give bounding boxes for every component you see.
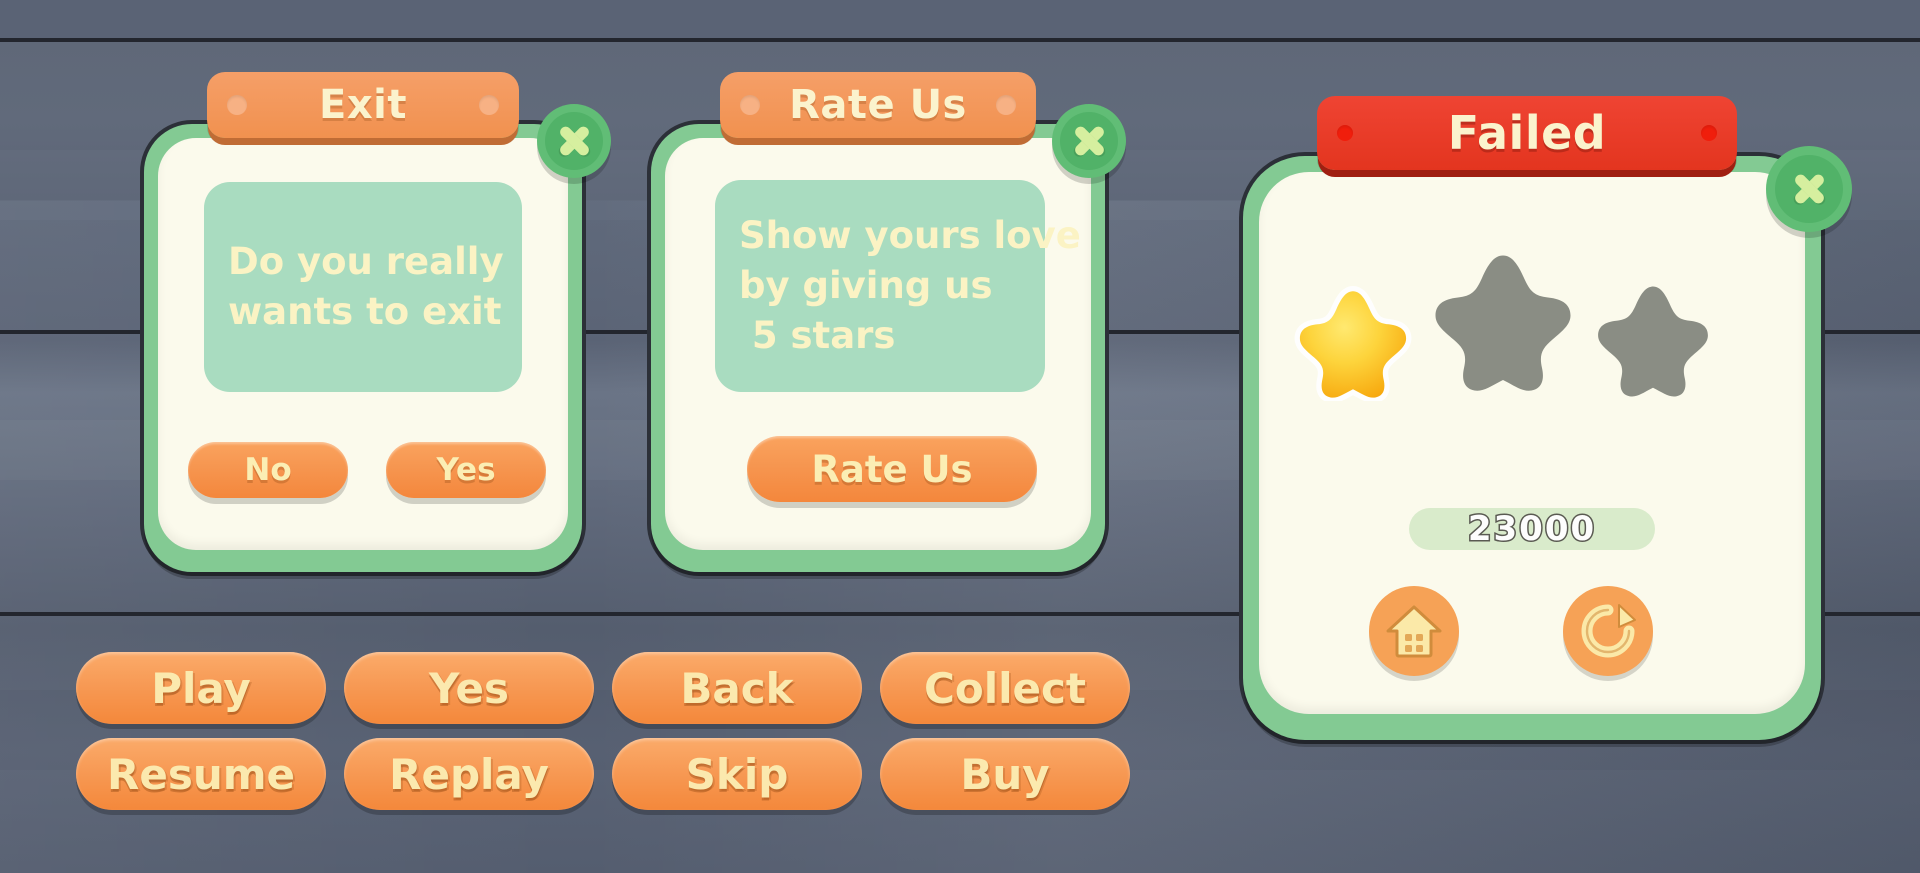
exit-message-line-2: wants to exit	[228, 290, 502, 333]
no-button[interactable]: No	[188, 442, 348, 498]
close-disc	[545, 112, 603, 170]
skip-button[interactable]: Skip	[612, 738, 862, 810]
close-icon	[1792, 172, 1826, 206]
replay-button[interactable]	[1563, 586, 1653, 676]
rivet-icon	[1701, 125, 1717, 141]
home-button[interactable]	[1369, 586, 1459, 676]
play-button[interactable]: Play	[76, 652, 326, 724]
yes-grid-button-label: Yes	[428, 663, 510, 713]
exit-dialog: Do you really wants to exit No Yes	[144, 124, 582, 572]
exit-title: Exit	[319, 82, 407, 128]
exit-message-box: Do you really wants to exit	[204, 182, 522, 392]
close-icon	[1072, 124, 1106, 158]
button-row-1: Play Yes Back Collect	[76, 652, 1130, 724]
rate-us-title: Rate Us	[789, 82, 967, 128]
rate-us-message-box: Show yours love by giving us 5 stars	[715, 180, 1081, 392]
play-button-label: Play	[151, 663, 251, 713]
failed-title: Failed	[1447, 106, 1607, 160]
score-value: 23000	[1466, 508, 1597, 551]
collect-button[interactable]: Collect	[880, 652, 1130, 724]
buy-button-label: Buy	[960, 749, 1050, 799]
button-row-2: Resume Replay Skip Buy	[76, 738, 1130, 810]
rate-us-message-line-3: 5 stars	[739, 314, 896, 357]
rate-us-dialog: Show yours love by giving us 5 stars Rat…	[651, 124, 1105, 572]
rivet-icon	[1337, 125, 1353, 141]
skip-button-label: Skip	[685, 749, 789, 799]
back-button[interactable]: Back	[612, 652, 862, 724]
rate-us-button[interactable]: Rate Us	[747, 436, 1037, 502]
replay-grid-button[interactable]: Replay	[344, 738, 594, 810]
rate-us-button-label: Rate Us	[811, 447, 973, 491]
failed-title-banner: Failed	[1317, 96, 1737, 170]
resume-button-label: Resume	[107, 749, 295, 799]
failed-close-button[interactable]	[1766, 146, 1852, 232]
replay-grid-button-label: Replay	[389, 749, 549, 799]
rivet-icon	[996, 95, 1016, 115]
close-icon	[557, 124, 591, 158]
rivet-icon	[479, 95, 499, 115]
yes-grid-button[interactable]: Yes	[344, 652, 594, 724]
yes-button[interactable]: Yes	[386, 442, 546, 498]
button-grid: Play Yes Back Collect Resume Replay Skip	[76, 652, 1130, 824]
yes-button-label: Yes	[436, 452, 496, 488]
back-button-label: Back	[680, 663, 794, 713]
buy-button[interactable]: Buy	[880, 738, 1130, 810]
no-button-label: No	[244, 452, 292, 488]
game-ui-stage: Do you really wants to exit No Yes Exit …	[0, 0, 1920, 873]
rivet-icon	[740, 95, 760, 115]
close-disc	[1060, 112, 1118, 170]
resume-button[interactable]: Resume	[76, 738, 326, 810]
star-icon-filled	[1294, 285, 1412, 401]
collect-button-label: Collect	[924, 663, 1086, 713]
exit-title-banner: Exit	[207, 72, 519, 138]
plank-line-1	[0, 38, 1920, 42]
rate-us-title-banner: Rate Us	[720, 72, 1036, 138]
home-icon	[1386, 605, 1442, 658]
score-display: 23000	[1409, 508, 1655, 551]
star-icon-empty	[1435, 255, 1571, 391]
close-disc	[1775, 155, 1843, 223]
exit-close-button[interactable]	[537, 104, 611, 178]
exit-message-line-1: Do you really	[228, 240, 504, 283]
rate-us-message-line-1: Show yours love	[739, 214, 1081, 257]
failed-stars	[1293, 234, 1773, 414]
rate-us-close-button[interactable]	[1052, 104, 1126, 178]
replay-icon	[1581, 604, 1636, 658]
rivet-icon	[227, 95, 247, 115]
star-icon-empty	[1598, 286, 1708, 397]
failed-dialog: 23000	[1243, 156, 1821, 740]
rate-us-message-line-2: by giving us	[739, 264, 993, 307]
